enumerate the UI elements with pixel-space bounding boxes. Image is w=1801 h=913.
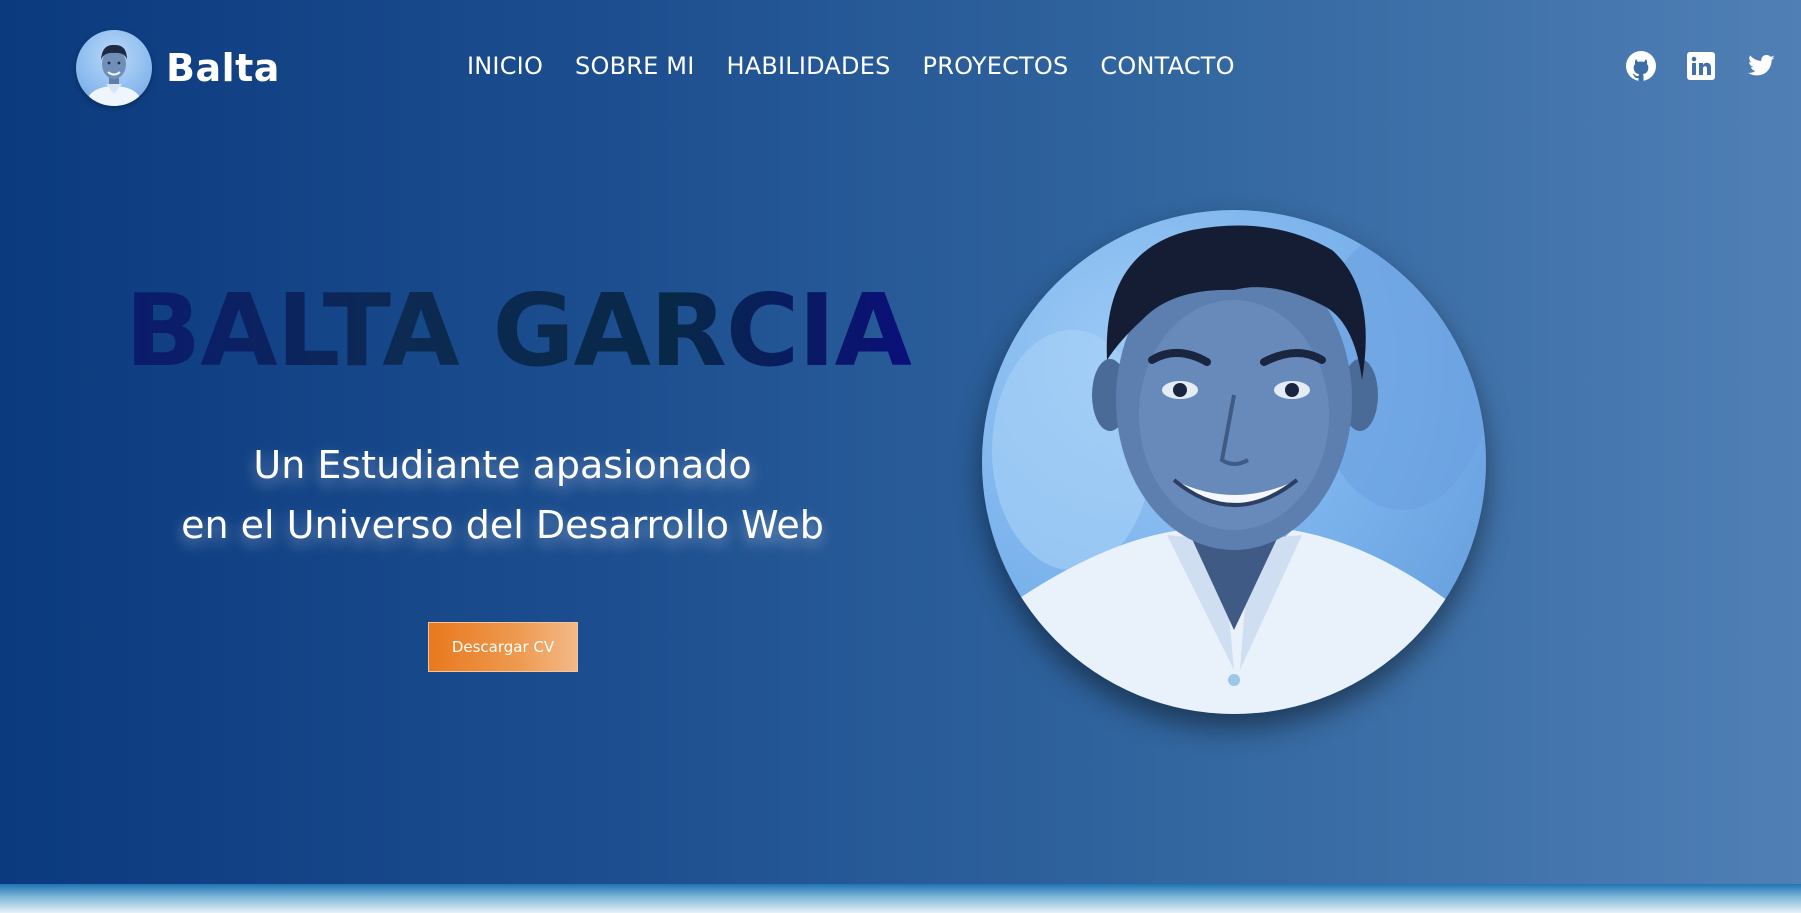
nav-item-inicio[interactable]: INICIO [467, 52, 543, 80]
social-links [1625, 50, 1777, 82]
nav-item-proyectos[interactable]: PROYECTOS [923, 52, 1069, 80]
hero-subtitle-line-1: Un Estudiante apasionado [253, 443, 752, 487]
download-cv-button[interactable]: Descargar CV [428, 622, 578, 672]
hero-subtitle-line-2: en el Universo del Desarrollo Web [181, 503, 824, 547]
brand-name: Balta [166, 46, 280, 90]
nav-item-contacto[interactable]: CONTACTO [1100, 52, 1234, 80]
profile-photo-icon [88, 44, 140, 106]
avatar [76, 30, 152, 106]
twitter-icon[interactable] [1745, 50, 1777, 82]
linkedin-icon[interactable] [1685, 50, 1717, 82]
portrait-photo-icon [982, 225, 1486, 714]
hero-subtitle: Un Estudiante apasionado en el Universo … [140, 435, 865, 555]
section-divider [0, 884, 1801, 913]
main-nav: INICIO SOBRE MI HABILIDADES PROYECTOS CO… [467, 52, 1235, 80]
nav-item-sobre-mi[interactable]: SOBRE MI [575, 52, 694, 80]
github-icon[interactable] [1625, 50, 1657, 82]
hero-title: BALTA GARCIA [125, 272, 912, 389]
brand[interactable]: Balta [76, 30, 280, 106]
profile-portrait [982, 210, 1486, 714]
nav-item-habilidades[interactable]: HABILIDADES [727, 52, 891, 80]
